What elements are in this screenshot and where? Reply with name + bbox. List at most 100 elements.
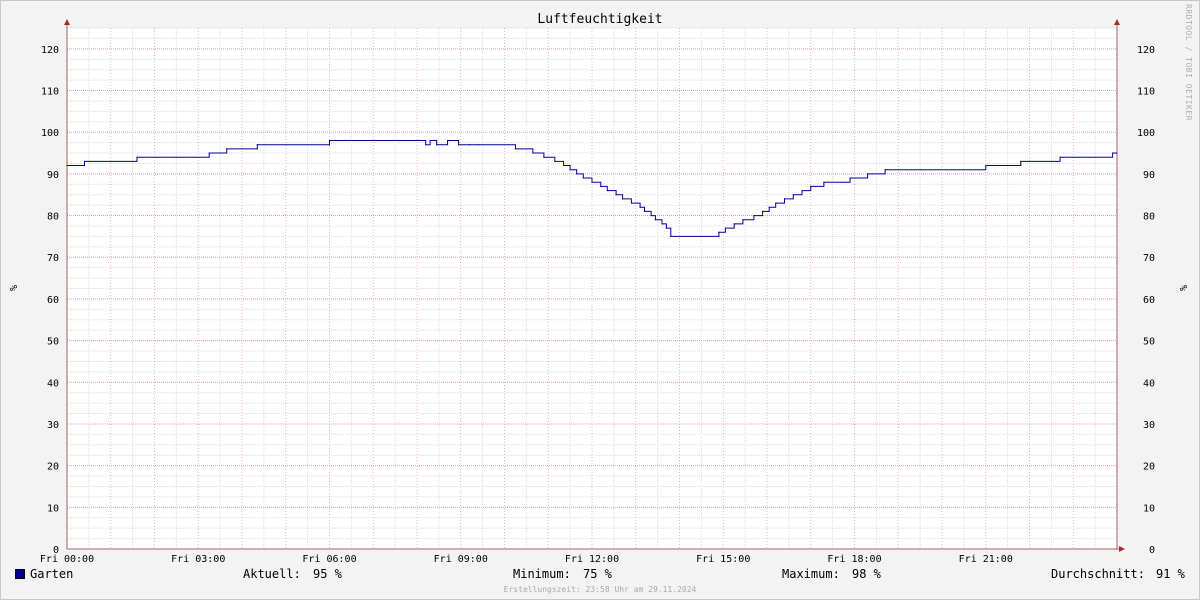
- y-tick-label-right: 100: [1137, 128, 1155, 139]
- y-tick-label-right: 50: [1143, 337, 1155, 348]
- data-point: [600, 185, 602, 187]
- data-point: [724, 227, 727, 229]
- data-point: [670, 235, 672, 237]
- data-point: [867, 173, 869, 175]
- y-tick-label-right: 10: [1143, 503, 1155, 514]
- y-tick-label-left: 90: [47, 170, 59, 181]
- y-tick-label-left: 100: [41, 128, 59, 139]
- data-point: [328, 139, 331, 142]
- data-point: [532, 152, 534, 154]
- y-tick-label-right: 90: [1143, 170, 1155, 181]
- x-tick-label: Fri 09:00: [434, 554, 488, 565]
- legend-avg-value: 91 %: [1156, 567, 1185, 581]
- legend: Garten Aktuell: 95 % Minimum: 75 % Maxim…: [0, 567, 1200, 583]
- y-tick-label-right: 70: [1143, 253, 1155, 264]
- data-point: [1020, 160, 1022, 162]
- y-tick-label-right: 80: [1143, 212, 1155, 223]
- data-point: [801, 189, 803, 192]
- x-tick-label: Fri 06:00: [302, 554, 356, 565]
- data-point: [477, 144, 479, 146]
- y-tick-label-left: 120: [41, 45, 59, 56]
- chart-canvas: Luftfeuchtigkeit % % 0 010 1020 2030 3040 405…: [7, 12, 1188, 565]
- data-point: [792, 194, 794, 196]
- data-point: [630, 202, 632, 204]
- legend-avg-label: Durchschnitt:: [1051, 567, 1145, 581]
- x-tick-label: Fri 03:00: [171, 554, 225, 565]
- data-point: [66, 164, 68, 167]
- data-point: [457, 144, 460, 146]
- data-point: [985, 164, 987, 167]
- data-point: [1059, 156, 1061, 158]
- data-point: [810, 185, 812, 187]
- y-tick-label-left: 60: [47, 295, 59, 306]
- y-tick-label-left: 10: [47, 503, 59, 514]
- y-tick-label-left: 70: [47, 253, 59, 264]
- legend-current-label: Aktuell:: [243, 567, 301, 581]
- data-point: [742, 219, 744, 221]
- data-point: [849, 177, 851, 179]
- y-axis-arrow-left: [64, 19, 70, 25]
- y-axis-arrow-right: [1114, 19, 1120, 25]
- y-tick-label-right: 120: [1137, 45, 1155, 56]
- y-axis-label-right: %: [1177, 285, 1188, 291]
- data-point: [208, 152, 210, 154]
- y-tick-label-right: 0: [1149, 545, 1155, 556]
- y-tick-label-left: 30: [47, 420, 59, 431]
- chart-title: Luftfeuchtigkeit: [537, 12, 662, 27]
- data-point: [582, 177, 584, 179]
- data-point: [591, 181, 593, 183]
- y-axis-label-left: %: [7, 285, 18, 291]
- y-tick-label-right: 60: [1143, 295, 1155, 306]
- x-tick-label: Fri 21:00: [959, 554, 1013, 565]
- watermark: RRDTOOL / TOBI OETIKER: [1184, 4, 1193, 121]
- data-point: [650, 214, 652, 217]
- legend-current-value: 95 %: [313, 567, 342, 581]
- data-point: [665, 227, 667, 229]
- legend-series-name: Garten: [30, 567, 74, 581]
- x-tick-label: Fri 00:00: [40, 554, 94, 565]
- data-point: [768, 206, 770, 208]
- data-point: [562, 164, 565, 167]
- data-point: [554, 160, 556, 162]
- data-point: [256, 144, 258, 146]
- y-tick-label-left: 50: [47, 337, 59, 348]
- legend-min-value: 75 %: [583, 567, 612, 581]
- data-point: [543, 156, 545, 158]
- y-tick-label-left: 80: [47, 212, 59, 223]
- y-tick-label-right: 30: [1143, 420, 1155, 431]
- data-point: [823, 181, 825, 183]
- data-point: [514, 148, 517, 150]
- y-tick-label-left: 110: [41, 87, 59, 98]
- footer-timestamp: Erstellungszeit: 23:58 Uhr am 29.11.2024: [503, 585, 697, 594]
- data-point: [762, 210, 764, 212]
- data-point: [576, 173, 578, 175]
- y-tick-label-right: 20: [1143, 462, 1155, 473]
- legend-max-label: Maximum:: [782, 567, 840, 581]
- data-point: [436, 144, 438, 146]
- data-point: [136, 156, 138, 158]
- data-point: [226, 148, 228, 150]
- legend-swatch: [15, 569, 25, 579]
- data-point: [733, 223, 735, 225]
- data-point: [447, 139, 449, 142]
- data-point: [83, 160, 86, 162]
- x-tick-label: Fri 15:00: [696, 554, 750, 565]
- legend-max-value: 98 %: [852, 567, 881, 581]
- y-tick-label-left: 20: [47, 462, 59, 473]
- y-tick-label-right: 110: [1137, 87, 1155, 98]
- data-point: [425, 144, 427, 146]
- data-point: [753, 214, 755, 217]
- data-point: [622, 198, 624, 200]
- y-tick-label-left: 40: [47, 378, 59, 389]
- x-axis-arrow: [1119, 546, 1125, 552]
- data-point: [615, 194, 617, 196]
- data-point: [643, 210, 646, 212]
- data-point: [661, 223, 663, 225]
- data-point: [468, 144, 471, 146]
- data-point: [783, 198, 786, 200]
- data-point: [639, 206, 641, 208]
- data-point: [718, 231, 720, 233]
- data-point: [1112, 152, 1114, 154]
- x-tick-label: Fri 12:00: [565, 554, 619, 565]
- y-tick-label-right: 40: [1143, 378, 1155, 389]
